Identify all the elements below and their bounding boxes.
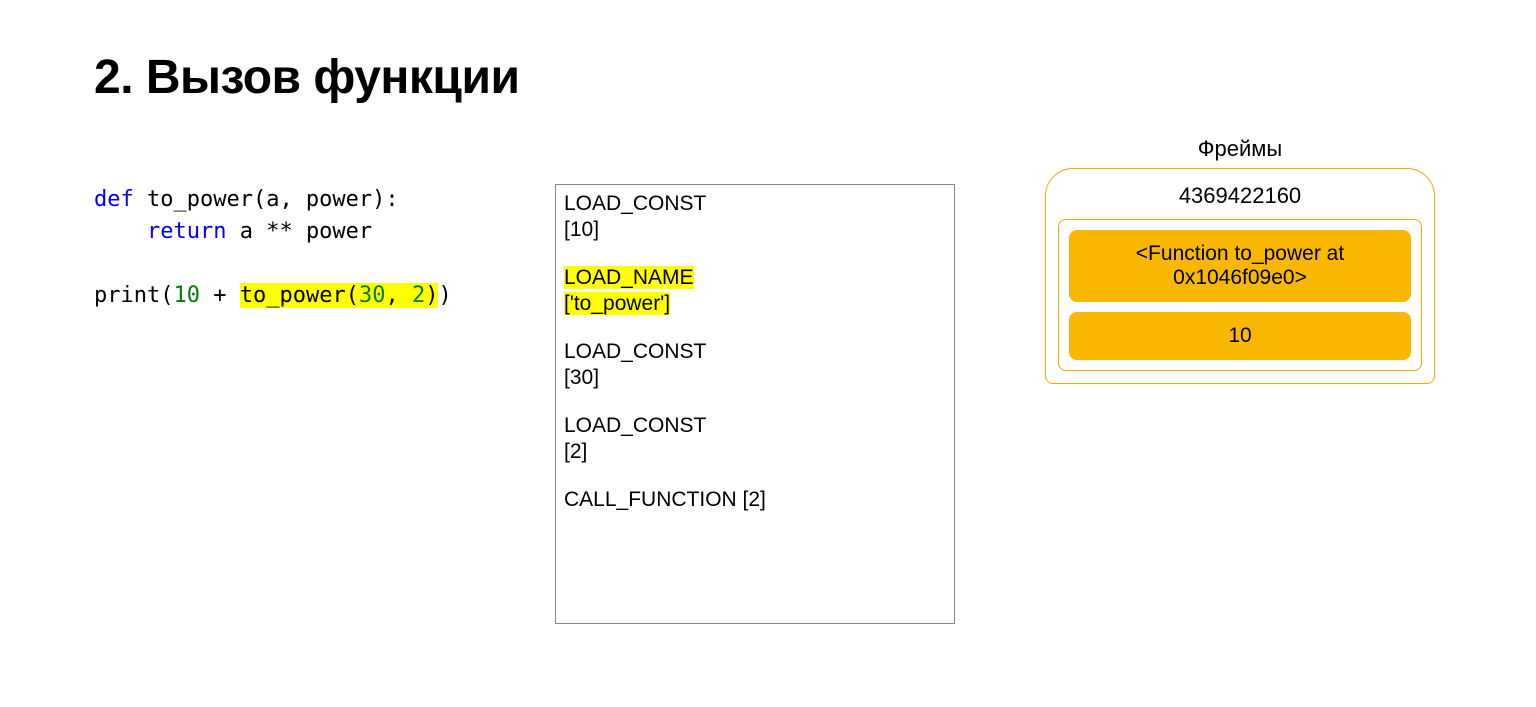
frames-label: Фреймы	[1045, 136, 1435, 162]
bytecode-instruction: CALL_FUNCTION [2]	[564, 487, 946, 513]
bytecode-op: LOAD_CONST	[564, 192, 706, 215]
code-number: 30	[359, 283, 386, 308]
bytecode-op: CALL_FUNCTION [2]	[564, 488, 766, 511]
code-text: ,	[385, 283, 412, 308]
code-text: to_power(	[240, 283, 359, 308]
bytecode-instruction: LOAD_CONST [30]	[564, 339, 946, 391]
code-number: 2	[412, 283, 425, 308]
bytecode-panel: LOAD_CONST [10] LOAD_NAME ['to_power'] L…	[555, 184, 955, 624]
code-number: 10	[173, 283, 200, 308]
bytecode-instruction: LOAD_CONST [2]	[564, 413, 946, 465]
code-text: )	[425, 283, 438, 308]
code-keyword-return: return	[147, 219, 226, 244]
slide: 2. Вызов функции def to_power(a, power):…	[0, 0, 1536, 707]
code-text: print(	[94, 283, 173, 308]
frames-panel: 4369422160 <Function to_power at 0x1046f…	[1045, 168, 1435, 384]
bytecode-op: LOAD_CONST	[564, 340, 706, 363]
bytecode-arg: [2]	[564, 439, 946, 465]
code-keyword-def: def	[94, 187, 134, 212]
bytecode-op: LOAD_CONST	[564, 414, 706, 437]
bytecode-instruction-highlighted: LOAD_NAME ['to_power']	[564, 265, 946, 317]
stack-item: <Function to_power at 0x1046f09e0>	[1069, 230, 1411, 302]
code-highlight-call: to_power(30, 2)	[240, 283, 439, 308]
source-code: def to_power(a, power): return a ** powe…	[94, 184, 452, 312]
bytecode-instruction: LOAD_CONST [10]	[564, 191, 946, 243]
frame-id: 4369422160	[1058, 183, 1422, 209]
code-text: a ** power	[226, 219, 372, 244]
bytecode-arg: [30]	[564, 365, 946, 391]
code-text: +	[200, 283, 240, 308]
frame-stack: <Function to_power at 0x1046f09e0> 10	[1058, 219, 1422, 371]
code-indent	[94, 219, 147, 244]
stack-item: 10	[1069, 312, 1411, 360]
code-text: to_power(a, power):	[134, 187, 399, 212]
slide-title: 2. Вызов функции	[94, 50, 519, 105]
bytecode-arg: ['to_power']	[564, 292, 670, 315]
bytecode-op: LOAD_NAME	[564, 266, 694, 289]
bytecode-arg: [10]	[564, 217, 946, 243]
code-text: )	[438, 283, 451, 308]
